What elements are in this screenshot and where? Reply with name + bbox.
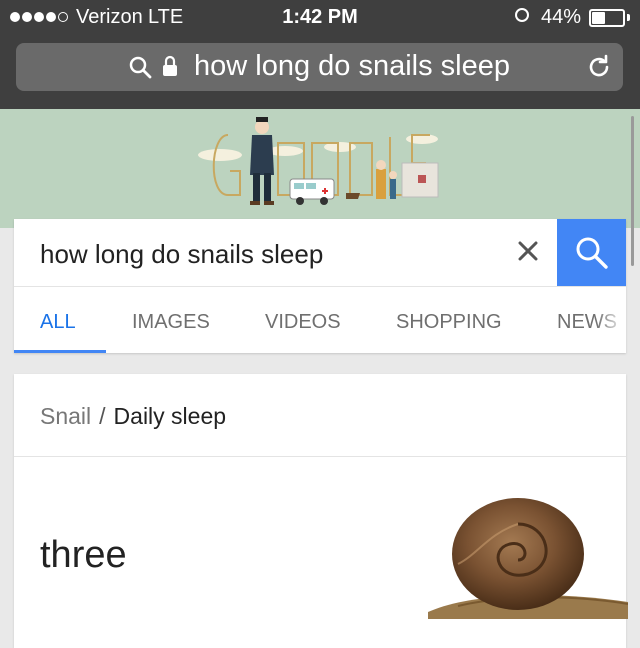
- url-text[interactable]: how long do snails sleep: [194, 50, 510, 83]
- answer-value: three: [40, 534, 127, 576]
- battery-icon: [589, 9, 625, 27]
- clear-search-icon[interactable]: [510, 233, 546, 269]
- search-icon: [129, 56, 152, 79]
- breadcrumb-separator: /: [99, 403, 106, 429]
- status-bar: Verizon LTE 1:42 PM 44%: [0, 0, 640, 36]
- answer-card: Snail / Daily sleep three: [14, 374, 628, 648]
- tab-images[interactable]: IMAGES: [132, 311, 210, 334]
- divider: [14, 456, 626, 457]
- breadcrumb-item-daily-sleep: Daily sleep: [113, 403, 227, 429]
- breadcrumb: Snail / Daily sleep: [40, 403, 226, 430]
- tab-all[interactable]: ALL: [40, 311, 76, 334]
- tabs-fade: [596, 307, 626, 339]
- search-button[interactable]: [557, 219, 626, 286]
- tab-shopping[interactable]: SHOPPING: [396, 311, 502, 334]
- battery-percent: 44%: [541, 6, 582, 28]
- google-doodle[interactable]: [0, 109, 640, 228]
- breadcrumb-item-snail[interactable]: Snail: [40, 403, 91, 429]
- search-input[interactable]: how long do snails sleep: [40, 239, 323, 270]
- battery-level: [592, 12, 605, 24]
- reload-icon[interactable]: [585, 53, 613, 81]
- doodle-illustration: [198, 117, 439, 205]
- search-box-panel: how long do snails sleep ALL IMAGES VIDE…: [14, 219, 626, 353]
- lock-icon: [163, 55, 177, 76]
- tab-videos[interactable]: VIDEOS: [265, 311, 341, 334]
- alarm-icon: [515, 8, 529, 22]
- browser-chrome: Verizon LTE 1:42 PM 44% how long do snai…: [0, 0, 640, 109]
- active-tab-indicator: [14, 350, 106, 353]
- snail-image[interactable]: [428, 494, 628, 624]
- battery-cap: [627, 14, 630, 21]
- search-tabs: ALL IMAGES VIDEOS SHOPPING NEWS: [14, 287, 626, 353]
- address-bar[interactable]: how long do snails sleep: [16, 43, 623, 91]
- scrollbar[interactable]: [631, 116, 634, 266]
- search-icon: [576, 237, 608, 269]
